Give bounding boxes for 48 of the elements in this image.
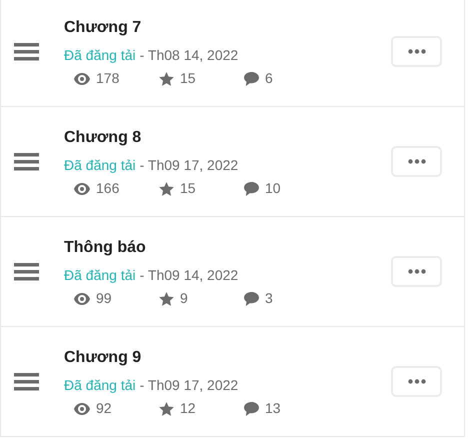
chapter-title[interactable]: Chương 9 bbox=[64, 347, 391, 369]
eye-icon bbox=[74, 292, 90, 304]
view-count: 99 bbox=[96, 289, 112, 308]
comment-icon bbox=[244, 402, 259, 416]
comment-icon bbox=[244, 72, 259, 86]
comment-count: 3 bbox=[265, 289, 273, 308]
drag-handle-icon[interactable] bbox=[14, 262, 39, 280]
more-icon bbox=[408, 379, 426, 384]
star-icon bbox=[159, 402, 174, 416]
status-text: Đã đăng tải bbox=[64, 46, 136, 65]
vote-count: 15 bbox=[180, 179, 196, 198]
chapter-title[interactable]: Chương 8 bbox=[64, 127, 391, 149]
eye-icon bbox=[74, 72, 90, 84]
comment-icon bbox=[244, 292, 259, 306]
star-icon bbox=[159, 72, 174, 86]
status-text: Đã đăng tải bbox=[64, 376, 136, 395]
eye-icon bbox=[74, 182, 90, 194]
more-icon bbox=[408, 159, 426, 164]
comment-count: 6 bbox=[265, 69, 273, 88]
status-text: Đã đăng tải bbox=[64, 266, 136, 285]
star-icon bbox=[159, 182, 174, 196]
comment-count: 10 bbox=[265, 179, 281, 198]
vote-count: 12 bbox=[180, 399, 196, 418]
date-text: - Th09 14, 2022 bbox=[140, 266, 238, 285]
status-text: Đã đăng tải bbox=[64, 156, 136, 175]
more-icon bbox=[408, 49, 426, 54]
more-button[interactable] bbox=[391, 366, 442, 397]
more-button[interactable] bbox=[391, 36, 442, 67]
star-icon bbox=[159, 292, 174, 306]
chapter-title[interactable]: Chương 7 bbox=[64, 17, 391, 39]
date-text: - Th09 17, 2022 bbox=[140, 156, 238, 175]
drag-handle-icon[interactable] bbox=[14, 42, 39, 60]
view-count: 92 bbox=[96, 399, 112, 418]
eye-icon bbox=[74, 402, 90, 414]
drag-handle-icon[interactable] bbox=[14, 152, 39, 170]
more-icon bbox=[408, 269, 426, 274]
date-text: - Th08 14, 2022 bbox=[140, 46, 238, 65]
view-count: 178 bbox=[96, 69, 120, 88]
comment-count: 13 bbox=[265, 399, 281, 418]
more-button[interactable] bbox=[391, 146, 442, 177]
vote-count: 9 bbox=[180, 289, 188, 308]
chapter-title[interactable]: Thông báo bbox=[64, 237, 391, 259]
comment-icon bbox=[244, 182, 259, 196]
date-text: - Th09 17, 2022 bbox=[140, 376, 238, 395]
vote-count: 15 bbox=[180, 69, 196, 88]
drag-handle-icon[interactable] bbox=[14, 372, 39, 390]
view-count: 166 bbox=[96, 179, 120, 198]
more-button[interactable] bbox=[391, 256, 442, 287]
